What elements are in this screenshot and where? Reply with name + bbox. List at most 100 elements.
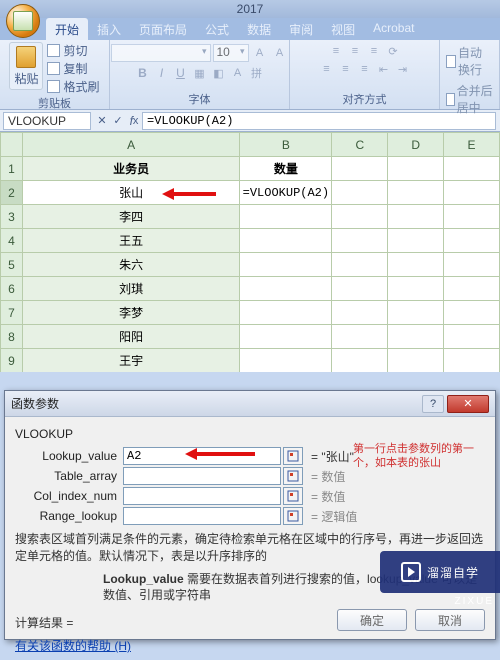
cell[interactable]	[332, 205, 388, 229]
cell[interactable]	[444, 277, 500, 301]
cell[interactable]	[332, 157, 388, 181]
cell[interactable]: 阳阳	[22, 325, 239, 349]
cell[interactable]: 王宇	[22, 349, 239, 373]
cell[interactable]	[332, 325, 388, 349]
cell[interactable]	[444, 181, 500, 205]
cell[interactable]	[332, 181, 388, 205]
cell[interactable]	[388, 253, 444, 277]
cell-b2-active[interactable]: =VLOOKUP(A2)	[240, 181, 332, 205]
formula-bar[interactable]: =VLOOKUP(A2)	[142, 112, 496, 130]
paste-button[interactable]: 粘贴	[9, 42, 43, 90]
cell[interactable]	[240, 229, 332, 253]
col-header-c[interactable]: C	[332, 133, 388, 157]
align-right-button[interactable]: ≡	[356, 60, 374, 78]
italic-button[interactable]: I	[153, 64, 171, 82]
dialog-close-button[interactable]: ✕	[447, 395, 489, 413]
ref-picker-button[interactable]	[283, 447, 303, 465]
row-header[interactable]: 4	[1, 229, 23, 253]
row-header[interactable]: 2	[1, 181, 23, 205]
function-help-link[interactable]: 有关该函数的帮助 (H)	[15, 637, 131, 654]
bold-button[interactable]: B	[134, 64, 152, 82]
cell[interactable]	[444, 325, 500, 349]
cell[interactable]	[444, 229, 500, 253]
select-all-corner[interactable]	[1, 133, 23, 157]
cell[interactable]	[388, 325, 444, 349]
align-top-button[interactable]: ≡	[327, 42, 345, 60]
cell[interactable]	[240, 349, 332, 373]
row-header[interactable]: 6	[1, 277, 23, 301]
tab-formula[interactable]: 公式	[196, 18, 238, 40]
cell[interactable]	[388, 157, 444, 181]
cell[interactable]	[240, 253, 332, 277]
indent-dec-button[interactable]: ⇤	[375, 60, 393, 78]
grow-font-button[interactable]: A	[251, 44, 269, 62]
cell[interactable]	[240, 325, 332, 349]
cell[interactable]	[332, 301, 388, 325]
row-header[interactable]: 5	[1, 253, 23, 277]
merge-center-button[interactable]: 合并后居中	[446, 82, 493, 116]
cell[interactable]	[240, 277, 332, 301]
col-index-input[interactable]	[123, 487, 281, 505]
border-button[interactable]: ▦	[191, 64, 209, 82]
tab-data[interactable]: 数据	[238, 18, 280, 40]
cell[interactable]	[388, 277, 444, 301]
dialog-cancel-button[interactable]: 取消	[415, 609, 485, 631]
cell[interactable]: 朱六	[22, 253, 239, 277]
cell[interactable]	[444, 301, 500, 325]
cell[interactable]: 李四	[22, 205, 239, 229]
row-header[interactable]: 9	[1, 349, 23, 373]
cell[interactable]	[332, 277, 388, 301]
enter-formula-button[interactable]: ✓	[110, 113, 126, 129]
col-header-b[interactable]: B	[240, 133, 332, 157]
cell[interactable]	[444, 253, 500, 277]
font-size-combo[interactable]: 10	[213, 44, 249, 62]
ref-picker-button[interactable]	[283, 507, 303, 525]
cell[interactable]	[240, 205, 332, 229]
table-array-input[interactable]	[123, 467, 281, 485]
phonetic-button[interactable]: 拼	[248, 64, 266, 82]
tab-insert[interactable]: 插入	[88, 18, 130, 40]
cell[interactable]: 王五	[22, 229, 239, 253]
cell[interactable]	[332, 229, 388, 253]
cell[interactable]	[388, 301, 444, 325]
col-header-d[interactable]: D	[388, 133, 444, 157]
copy-button[interactable]: 复制	[47, 60, 99, 77]
cell[interactable]	[388, 349, 444, 373]
font-color-button[interactable]: A	[229, 64, 247, 82]
dialog-help-button[interactable]: ?	[422, 395, 444, 413]
fill-color-button[interactable]: ◧	[210, 64, 228, 82]
shrink-font-button[interactable]: A	[271, 44, 289, 62]
indent-inc-button[interactable]: ⇥	[394, 60, 412, 78]
cancel-formula-button[interactable]: ✕	[94, 113, 110, 129]
cell[interactable]	[388, 205, 444, 229]
cell[interactable]: 李梦	[22, 301, 239, 325]
ref-picker-button[interactable]	[283, 487, 303, 505]
font-name-combo[interactable]	[111, 44, 211, 62]
format-painter-button[interactable]: 格式刷	[47, 78, 99, 95]
col-header-e[interactable]: E	[444, 133, 500, 157]
cell[interactable]: 数量	[240, 157, 332, 181]
align-middle-button[interactable]: ≡	[346, 42, 364, 60]
tab-layout[interactable]: 页面布局	[130, 18, 196, 40]
name-box[interactable]: VLOOKUP	[3, 112, 91, 130]
cell[interactable]	[444, 157, 500, 181]
cell[interactable]	[388, 181, 444, 205]
row-header[interactable]: 3	[1, 205, 23, 229]
wrap-text-button[interactable]: 自动换行	[446, 44, 493, 78]
align-left-button[interactable]: ≡	[318, 60, 336, 78]
dialog-title-bar[interactable]: 函数参数 ? ✕	[5, 391, 495, 417]
tab-acrobat[interactable]: Acrobat	[364, 18, 423, 40]
tab-view[interactable]: 视图	[322, 18, 364, 40]
cell[interactable]	[444, 205, 500, 229]
cell[interactable]: 刘琪	[22, 277, 239, 301]
ref-picker-button[interactable]	[283, 467, 303, 485]
range-lookup-input[interactable]	[123, 507, 281, 525]
dialog-ok-button[interactable]: 确定	[337, 609, 407, 631]
col-header-a[interactable]: A	[22, 133, 239, 157]
orientation-button[interactable]: ⟳	[384, 42, 402, 60]
cell[interactable]	[240, 301, 332, 325]
lookup-value-input[interactable]	[123, 447, 281, 465]
cell[interactable]	[388, 229, 444, 253]
align-bottom-button[interactable]: ≡	[365, 42, 383, 60]
cell-a2[interactable]: 张山	[22, 181, 239, 205]
